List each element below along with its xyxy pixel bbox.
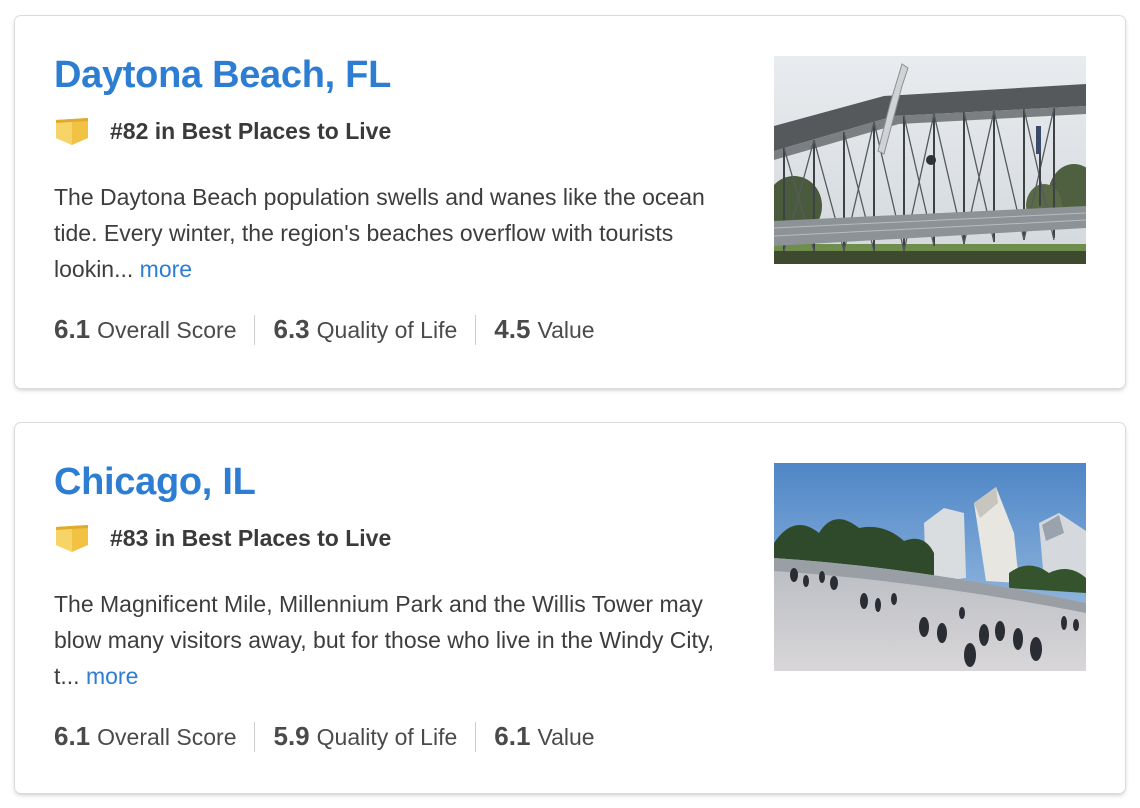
city-photo[interactable] bbox=[774, 56, 1086, 264]
score-value: 6.1 bbox=[494, 721, 531, 751]
city-description: The Magnificent Mile, Millennium Park an… bbox=[54, 586, 744, 694]
overall-score: 6.1 Overall Score bbox=[54, 721, 236, 752]
score-label: Value bbox=[537, 724, 595, 750]
score-value: 6.1 bbox=[54, 721, 91, 751]
overall-score: 6.1 Overall Score bbox=[54, 314, 236, 345]
score-value: 5.9 bbox=[273, 721, 310, 751]
score-row: 6.1 Overall Score 5.9 Quality of Life 6.… bbox=[54, 721, 595, 752]
city-card: Chicago, IL #83 in Best Places to Live T… bbox=[15, 423, 1125, 793]
city-card: Daytona Beach, FL #82 in Best Places to … bbox=[15, 16, 1125, 388]
city-title-link[interactable]: Daytona Beach, FL bbox=[54, 54, 391, 97]
rank-label: #83 in Best Places to Live bbox=[110, 524, 392, 551]
score-label: Quality of Life bbox=[316, 317, 458, 343]
score-label: Overall Score bbox=[97, 317, 237, 343]
description-text: The Magnificent Mile, Millennium Park an… bbox=[54, 591, 715, 689]
value-score: 6.1 Value bbox=[494, 721, 594, 752]
score-value: 6.1 bbox=[54, 314, 91, 344]
rank-row: #82 in Best Places to Live bbox=[54, 116, 391, 146]
speedway-photo-icon bbox=[774, 56, 1086, 264]
value-score: 4.5 Value bbox=[494, 314, 594, 345]
score-value: 6.3 bbox=[273, 314, 310, 344]
quality-of-life-score: 6.3 Quality of Life bbox=[273, 314, 457, 345]
score-row: 6.1 Overall Score 6.3 Quality of Life 4.… bbox=[54, 314, 595, 345]
badge-icon bbox=[56, 118, 88, 145]
rank-row: #83 in Best Places to Live bbox=[54, 523, 391, 553]
score-value: 4.5 bbox=[494, 314, 531, 344]
city-photo[interactable] bbox=[774, 463, 1086, 671]
more-link[interactable]: more bbox=[86, 663, 138, 689]
divider bbox=[475, 314, 477, 345]
rank-label: #82 in Best Places to Live bbox=[110, 117, 392, 144]
millennium-park-photo-icon bbox=[774, 463, 1086, 671]
city-title-link[interactable]: Chicago, IL bbox=[54, 461, 256, 504]
divider bbox=[254, 314, 256, 345]
badge-icon bbox=[56, 525, 88, 552]
city-description: The Daytona Beach population swells and … bbox=[54, 179, 744, 287]
divider bbox=[254, 721, 256, 752]
score-label: Quality of Life bbox=[316, 724, 458, 750]
score-label: Value bbox=[537, 317, 595, 343]
quality-of-life-score: 5.9 Quality of Life bbox=[273, 721, 457, 752]
more-link[interactable]: more bbox=[140, 256, 192, 282]
divider bbox=[475, 721, 477, 752]
score-label: Overall Score bbox=[97, 724, 237, 750]
